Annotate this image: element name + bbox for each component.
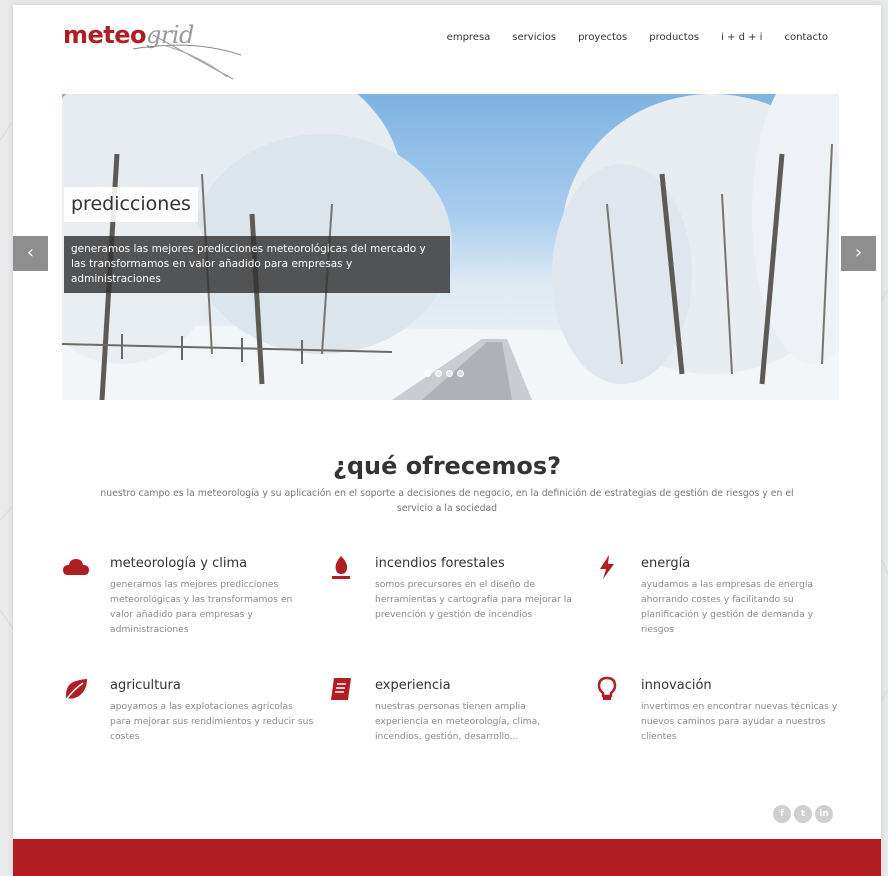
feature-title: experiencia <box>375 678 451 693</box>
fire-icon <box>332 556 350 579</box>
feature-title: incendios forestales <box>375 556 505 571</box>
feature-energia: energía ayudamos a las empresas de energ… <box>600 555 846 637</box>
feature-agricultura: agricultura apoyamos a las explotaciones… <box>65 678 315 744</box>
nav-servicios[interactable]: servicios <box>512 32 556 43</box>
cloud-icon <box>63 559 89 575</box>
site-header: meteogrid empresa servicios proyectos pr… <box>13 5 881 95</box>
feature-title: innovación <box>641 678 712 693</box>
feature-incendios: incendios forestales somos precursores e… <box>332 556 580 622</box>
social-links: f t in <box>773 805 833 823</box>
offer-subtitle: nuestro campo es la meteorología y su ap… <box>100 488 794 514</box>
linkedin-icon[interactable]: in <box>815 805 833 823</box>
twitter-icon[interactable]: t <box>794 805 812 823</box>
feature-text: ayudamos a las empresas de energía ahorr… <box>641 579 814 635</box>
footer-bar <box>13 839 881 876</box>
page-container: meteogrid empresa servicios proyectos pr… <box>13 5 881 876</box>
slider-dot[interactable] <box>457 370 464 377</box>
slider-dot[interactable] <box>424 370 431 377</box>
feature-title: energía <box>641 556 691 571</box>
logo-swoosh-icon <box>132 34 242 80</box>
feature-meteorologia: meteorología y clima generamos las mejor… <box>63 556 315 637</box>
logo[interactable]: meteogrid <box>63 19 243 80</box>
leaf-icon <box>65 679 87 701</box>
lightbulb-icon <box>597 676 617 700</box>
feature-title: meteorología y clima <box>110 556 248 571</box>
nav-productos[interactable]: productos <box>649 32 699 43</box>
hero-slider: predicciones generamos las mejores predi… <box>62 94 839 400</box>
main-nav: empresa servicios proyectos productos i … <box>425 32 828 43</box>
chevron-left-icon: ‹ <box>26 242 35 263</box>
slider-next-button[interactable]: › <box>841 236 876 271</box>
slider-dots <box>424 370 464 377</box>
feature-title: agricultura <box>110 678 181 693</box>
feature-text: apoyamos a las explotaciones agrícolas p… <box>110 701 314 742</box>
slide-title: predicciones <box>64 187 198 222</box>
feature-text: somos precursores en el diseño de herram… <box>375 579 572 620</box>
chevron-right-icon: › <box>854 242 863 263</box>
bolt-icon <box>600 555 614 579</box>
slider-prev-button[interactable]: ‹ <box>13 236 48 271</box>
nav-contacto[interactable]: contacto <box>784 32 828 43</box>
feature-experiencia: experiencia nuestras personas tienen amp… <box>331 678 580 744</box>
feature-innovacion: innovación invertimos en encontrar nueva… <box>597 676 846 744</box>
nav-proyectos[interactable]: proyectos <box>578 32 627 43</box>
slide-caption: generamos las mejores predicciones meteo… <box>64 236 450 293</box>
nav-empresa[interactable]: empresa <box>447 32 491 43</box>
slider-dot[interactable] <box>446 370 453 377</box>
book-icon <box>331 678 351 700</box>
feature-text: generamos las mejores predicciones meteo… <box>110 579 293 635</box>
slider-dot[interactable] <box>435 370 442 377</box>
nav-idi[interactable]: i + d + i <box>721 32 762 43</box>
feature-text: invertimos en encontrar nuevas técnicas … <box>641 701 838 742</box>
facebook-icon[interactable]: f <box>773 805 791 823</box>
offer-title: ¿qué ofrecemos? <box>332 452 562 480</box>
feature-text: nuestras personas tienen amplia experien… <box>375 701 541 742</box>
